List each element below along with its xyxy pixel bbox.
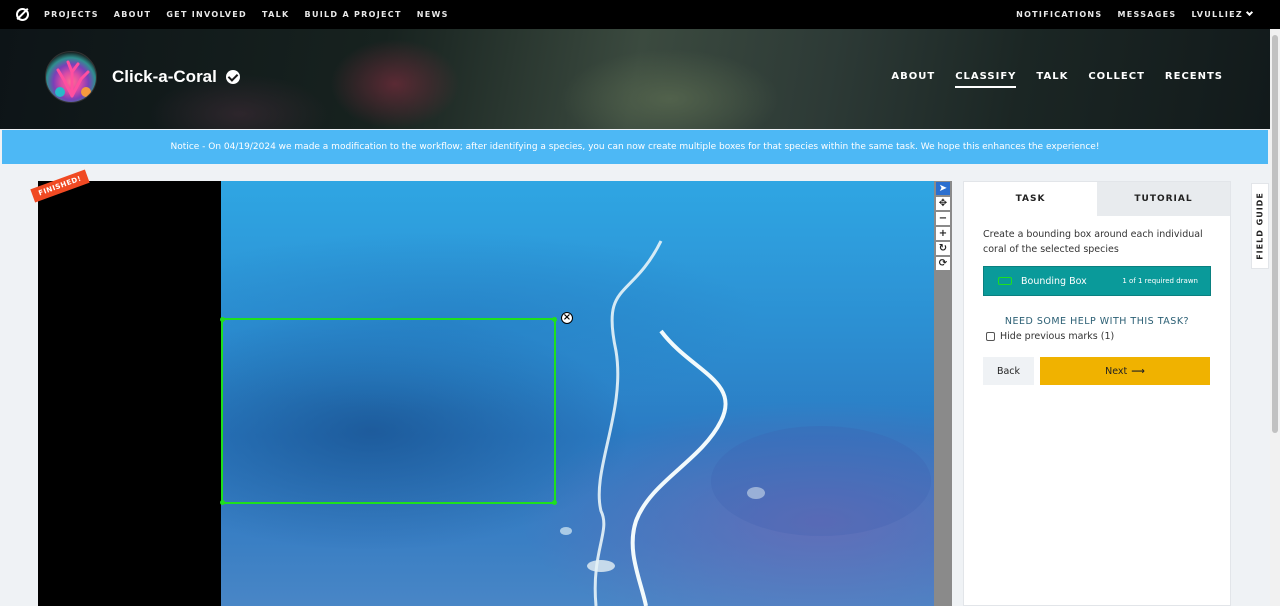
- task-panel: TASK TUTORIAL Create a bounding box arou…: [963, 181, 1231, 606]
- project-avatar[interactable]: [45, 51, 97, 103]
- nav-about[interactable]: ABOUT: [114, 10, 152, 19]
- next-button[interactable]: Next ⟶: [1040, 357, 1210, 385]
- task-tabs: TASK TUTORIAL: [964, 182, 1230, 216]
- project-nav-collect[interactable]: COLLECT: [1088, 71, 1145, 88]
- delete-mark-icon[interactable]: ×: [561, 312, 573, 324]
- user-name: LVULLIEZ: [1191, 10, 1243, 19]
- resize-handle[interactable]: [220, 500, 225, 505]
- bounding-box-mark[interactable]: [220, 317, 557, 505]
- tab-task[interactable]: TASK: [964, 182, 1097, 216]
- zoom-out-icon[interactable]: −: [936, 212, 950, 225]
- project-header: Click-a-Coral ABOUT CLASSIFY TALK COLLEC…: [0, 29, 1270, 129]
- zooniverse-logo-icon[interactable]: [16, 8, 29, 21]
- resize-handle[interactable]: [552, 317, 557, 322]
- project-nav-classify[interactable]: CLASSIFY: [955, 71, 1017, 88]
- pointer-icon[interactable]: ➤: [936, 182, 950, 195]
- user-links: NOTIFICATIONS MESSAGES LVULLIEZ: [1016, 0, 1254, 29]
- next-label: Next: [1105, 365, 1128, 377]
- move-icon[interactable]: ✥: [936, 197, 950, 210]
- hide-previous-marks[interactable]: Hide previous marks (1): [986, 331, 1114, 342]
- field-guide-label: FIELD GUIDE: [1255, 192, 1265, 260]
- tool-color-swatch: [998, 277, 1012, 285]
- project-nav: ABOUT CLASSIFY TALK COLLECT RECENTS: [891, 71, 1223, 88]
- bounding-box-tool[interactable]: Bounding Box 1 of 1 required drawn: [983, 266, 1211, 296]
- nav-messages[interactable]: MESSAGES: [1117, 10, 1176, 19]
- task-instruction: Create a bounding box around each indivi…: [983, 229, 1203, 255]
- zoom-in-icon[interactable]: +: [936, 227, 950, 240]
- resize-handle[interactable]: [552, 500, 557, 505]
- rotate-icon[interactable]: ↻: [936, 242, 950, 255]
- chevron-down-icon: [1245, 8, 1254, 17]
- back-button[interactable]: Back: [983, 357, 1034, 385]
- page-scrollbar[interactable]: [1270, 29, 1280, 606]
- notice-banner: Notice - On 04/19/2024 we made a modific…: [2, 130, 1268, 164]
- hide-marks-label: Hide previous marks (1): [1000, 331, 1115, 342]
- nav-notifications[interactable]: NOTIFICATIONS: [1016, 10, 1102, 19]
- nav-talk[interactable]: TALK: [262, 10, 290, 19]
- site-links: PROJECTS ABOUT GET INVOLVED TALK BUILD A…: [44, 0, 449, 29]
- tab-tutorial[interactable]: TUTORIAL: [1097, 182, 1230, 216]
- hide-marks-checkbox[interactable]: [986, 332, 995, 341]
- project-nav-recents[interactable]: RECENTS: [1165, 71, 1223, 88]
- nav-build-a-project[interactable]: BUILD A PROJECT: [305, 10, 402, 19]
- nav-news[interactable]: NEWS: [417, 10, 449, 19]
- viewer-toolbar: ➤ ✥ − + ↻ ⟳: [934, 181, 952, 606]
- task-help-link[interactable]: NEED SOME HELP WITH THIS TASK?: [983, 316, 1211, 327]
- site-top-nav: PROJECTS ABOUT GET INVOLVED TALK BUILD A…: [0, 0, 1280, 29]
- nav-projects[interactable]: PROJECTS: [44, 10, 99, 19]
- coral-logo-icon: [55, 60, 91, 98]
- nav-get-involved[interactable]: GET INVOLVED: [166, 10, 247, 19]
- field-guide-tab[interactable]: FIELD GUIDE: [1251, 183, 1269, 269]
- reset-icon[interactable]: ⟳: [936, 257, 950, 270]
- tool-count: 1 of 1 required drawn: [1122, 277, 1198, 285]
- scrollbar-thumb[interactable]: [1272, 35, 1278, 433]
- tool-name: Bounding Box: [1021, 275, 1087, 287]
- project-nav-about[interactable]: ABOUT: [891, 71, 935, 88]
- verified-badge-icon: [226, 70, 240, 84]
- arrow-right-icon: ⟶: [1131, 365, 1145, 377]
- project-title[interactable]: Click-a-Coral: [112, 67, 217, 87]
- resize-handle[interactable]: [220, 317, 225, 322]
- user-menu[interactable]: LVULLIEZ: [1191, 8, 1254, 19]
- project-nav-talk[interactable]: TALK: [1036, 71, 1068, 88]
